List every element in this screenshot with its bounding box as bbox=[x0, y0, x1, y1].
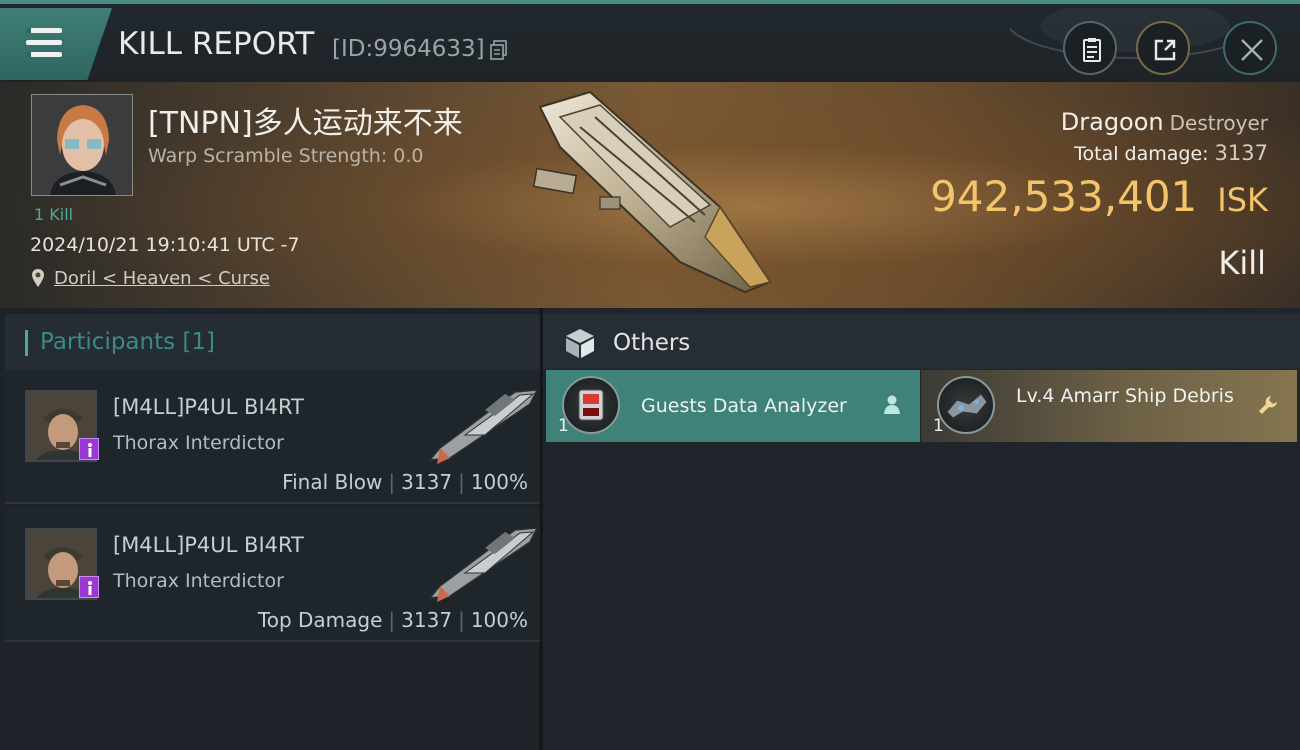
participants-panel: Participants [1] [M4LL]P4UL BI4RT Thorax… bbox=[0, 308, 543, 750]
item-label: Lv.4 Amarr Ship Debris bbox=[1016, 385, 1234, 407]
kill-count: 1 Kill bbox=[34, 205, 74, 224]
person-icon bbox=[884, 395, 900, 414]
item-quantity: 1 bbox=[933, 416, 944, 436]
victim-name: [TNPN]多人运动来不来 bbox=[148, 106, 463, 141]
participant-ship: Thorax Interdictor bbox=[113, 432, 284, 454]
participant-percent: 100% bbox=[470, 608, 528, 632]
kill-datetime: 2024/10/21 19:10:41 UTC -7 bbox=[30, 234, 300, 256]
participant-ship-image bbox=[428, 389, 539, 464]
info-badge bbox=[79, 576, 99, 598]
menu-button[interactable] bbox=[0, 8, 112, 80]
clipboard-icon bbox=[1083, 38, 1101, 62]
result-label: Kill bbox=[1218, 244, 1266, 282]
others-header: Others bbox=[543, 314, 1300, 369]
participants-header: Participants [1] bbox=[5, 314, 540, 372]
victim-ship-image bbox=[532, 90, 772, 294]
participants-title: Participants [1] bbox=[40, 329, 215, 355]
total-damage-label: Total damage: bbox=[1074, 143, 1209, 165]
isk-unit: ISK bbox=[1217, 181, 1268, 219]
item-icon bbox=[937, 376, 995, 434]
participant-stats: Final Blow | 3137 | 100% bbox=[282, 470, 528, 494]
page-title: KILL REPORT bbox=[118, 26, 315, 62]
dropped-item[interactable]: 1 Guests Data Analyzer bbox=[546, 370, 920, 442]
ship-debris-icon bbox=[946, 393, 988, 419]
participant-ship-image bbox=[428, 527, 539, 602]
participant-role: Final Blow bbox=[282, 470, 383, 494]
ship-class: Destroyer bbox=[1169, 111, 1268, 135]
participant-stats: Top Damage | 3137 | 100% bbox=[257, 608, 528, 632]
warp-scramble-strength: Warp Scramble Strength: 0.0 bbox=[148, 145, 424, 167]
header-accent bbox=[25, 330, 28, 356]
victim-ship-name: Dragoon Destroyer bbox=[1061, 108, 1268, 136]
victim-avatar bbox=[32, 95, 132, 195]
participant-name: [M4LL]P4UL BI4RT bbox=[113, 395, 304, 419]
participant-damage: 3137 bbox=[401, 470, 453, 494]
copy-icon[interactable] bbox=[490, 40, 508, 60]
wrench-icon bbox=[1259, 396, 1277, 414]
victim-banner: [TNPN]多人运动来不来 Warp Scramble Strength: 0.… bbox=[0, 82, 1300, 308]
participant-ship: Thorax Interdictor bbox=[113, 570, 284, 592]
data-analyzer-icon bbox=[578, 389, 604, 421]
victim-portrait[interactable] bbox=[31, 94, 133, 196]
participant-percent: 100% bbox=[470, 470, 528, 494]
dropped-item[interactable]: 1 Lv.4 Amarr Ship Debris bbox=[921, 370, 1297, 442]
participant-name: [M4LL]P4UL BI4RT bbox=[113, 533, 304, 557]
clipboard-button[interactable] bbox=[1063, 21, 1117, 75]
participant-row[interactable]: [M4LL]P4UL BI4RT Thorax Interdictor Top … bbox=[5, 508, 540, 642]
total-damage: Total damage: 3137 bbox=[1074, 141, 1268, 165]
ship-name: Dragoon bbox=[1060, 108, 1164, 136]
top-bar: KILL REPORT [ID:9964633] bbox=[0, 0, 1300, 82]
info-icon bbox=[88, 443, 92, 457]
others-panel: Others 1 Guests Data Analyzer 1 Lv.4 Ama… bbox=[543, 308, 1300, 750]
total-damage-value: 3137 bbox=[1214, 141, 1268, 165]
info-icon bbox=[88, 581, 92, 595]
item-quantity: 1 bbox=[558, 416, 569, 436]
isk-value: 942,533,401 ISK bbox=[930, 172, 1268, 221]
share-icon bbox=[1154, 39, 1176, 61]
share-button[interactable] bbox=[1136, 21, 1190, 75]
item-icon bbox=[562, 376, 620, 434]
location-link[interactable]: Doril < Heaven < Curse bbox=[54, 268, 270, 289]
participant-damage: 3137 bbox=[401, 608, 453, 632]
participant-role: Top Damage bbox=[257, 608, 383, 632]
cube-icon bbox=[566, 329, 594, 358]
report-id: [ID:9964633] bbox=[332, 36, 485, 62]
location-pin-icon bbox=[32, 269, 44, 287]
others-title: Others bbox=[613, 330, 691, 356]
info-badge bbox=[79, 438, 99, 460]
close-button[interactable] bbox=[1223, 21, 1277, 75]
close-icon bbox=[1241, 39, 1263, 61]
participant-row[interactable]: [M4LL]P4UL BI4RT Thorax Interdictor Fina… bbox=[5, 370, 540, 504]
isk-amount: 942,533,401 bbox=[930, 172, 1198, 221]
item-label: Guests Data Analyzer bbox=[641, 395, 847, 417]
